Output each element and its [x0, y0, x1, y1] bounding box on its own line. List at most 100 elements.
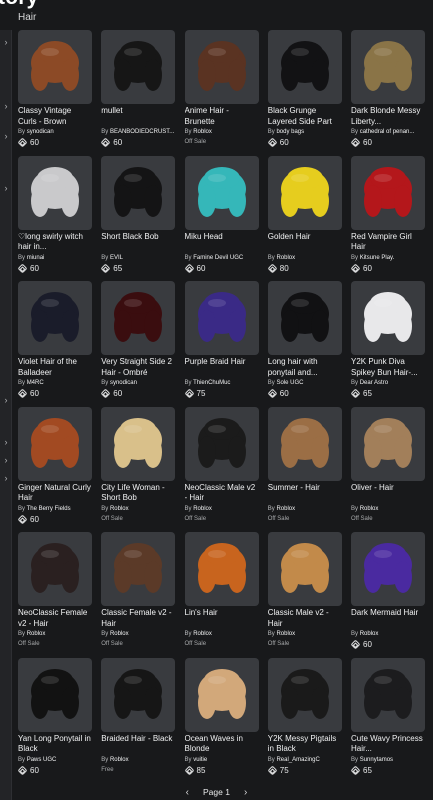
catalog-item-card[interactable]: City Life Woman - Short Bob By Roblox Off … [101, 406, 176, 527]
item-thumbnail[interactable] [184, 532, 259, 606]
item-creator[interactable]: By EVIL [101, 254, 175, 262]
creator-name[interactable]: Roblox [110, 506, 129, 512]
catalog-item-card[interactable]: Black Grunge Layered Side Part By body ba… [267, 30, 342, 150]
item-thumbnail[interactable] [267, 155, 342, 230]
item-creator[interactable]: By Paws UGC [18, 756, 92, 764]
catalog-item-card[interactable]: Short Black Bob By EVIL 65 [100, 155, 176, 276]
item-creator[interactable]: By miunai [18, 254, 92, 262]
creator-name[interactable]: Roblox [360, 631, 379, 637]
catalog-item-card[interactable]: Red Vampire Girl Hair By Kitsune Play. 60 [350, 155, 425, 276]
catalog-item-card[interactable]: Yan Long Ponytail in Black By Paws UGC 60 [17, 657, 92, 778]
item-name[interactable]: Classic Female v2 - Hair [101, 608, 175, 629]
item-thumbnail[interactable] [351, 155, 425, 230]
catalog-item-card[interactable]: Oliver - Hair By Roblox Off Sale [351, 406, 425, 527]
item-creator[interactable]: By vuitie [185, 756, 259, 764]
chevron-right-icon[interactable]: › [2, 132, 10, 141]
item-creator[interactable]: By body bags [268, 128, 342, 136]
chevron-right-icon[interactable]: › [2, 456, 10, 465]
item-thumbnail[interactable] [101, 155, 176, 230]
creator-name[interactable]: Roblox [276, 506, 295, 512]
item-thumbnail[interactable] [184, 281, 259, 355]
item-name[interactable]: Long hair with ponytail and... [268, 357, 342, 378]
item-name[interactable]: mullet [101, 106, 175, 127]
catalog-item-card[interactable]: Lin's Hair By Roblox Off Sale [184, 532, 259, 652]
item-name[interactable]: Golden Hair [268, 232, 342, 253]
item-thumbnail[interactable] [18, 30, 92, 104]
item-creator[interactable]: By Roblox [268, 254, 342, 262]
creator-name[interactable]: Roblox [193, 506, 212, 512]
item-creator[interactable]: By Dear Astro [351, 379, 425, 387]
catalog-item-card[interactable]: mullet By BEANBODIEDCRUST... 60 [100, 30, 176, 150]
item-creator[interactable]: By ThienChuMuc [185, 379, 259, 387]
item-name[interactable]: City Life Woman - Short Bob [101, 483, 175, 504]
creator-name[interactable]: Roblox [27, 631, 46, 637]
item-creator[interactable]: By Roblox [18, 630, 92, 638]
creator-name[interactable]: Sunnytamos [360, 757, 393, 763]
creator-name[interactable]: Roblox [276, 255, 295, 261]
creator-name[interactable]: Roblox [110, 757, 129, 763]
item-name[interactable]: Miku Head [185, 232, 259, 253]
next-page-button[interactable]: › [244, 787, 247, 798]
item-creator[interactable]: By Real_AmazingC [268, 756, 342, 764]
item-thumbnail[interactable] [184, 155, 259, 230]
creator-name[interactable]: Paws UGC [27, 757, 57, 763]
catalog-item-card[interactable]: Long hair with ponytail and... By Sole UG… [267, 281, 342, 401]
item-name[interactable]: Lin's Hair [185, 608, 259, 629]
item-creator[interactable]: By Famine Devil UGC [185, 254, 259, 262]
item-name[interactable]: Oliver - Hair [351, 483, 425, 504]
item-thumbnail[interactable] [18, 281, 92, 355]
item-thumbnail[interactable] [267, 30, 342, 104]
creator-name[interactable]: Roblox [360, 506, 379, 512]
item-creator[interactable]: By synodican [18, 128, 92, 136]
chevron-right-icon[interactable]: › [2, 474, 10, 483]
item-creator[interactable]: By Roblox [101, 505, 175, 513]
item-name[interactable]: Y2K Punk Diva Spikey Bun Hair-... [351, 357, 425, 378]
item-creator[interactable]: By Roblox [185, 128, 259, 136]
catalog-item-card[interactable]: Classy Vintage Curls - Brown By synodican… [17, 30, 92, 150]
item-name[interactable]: NeoClassic Female v2 - Hair [18, 608, 92, 629]
item-creator[interactable]: By Kitsune Play. [351, 254, 425, 262]
item-name[interactable]: Ocean Waves in Blonde [185, 734, 259, 755]
catalog-item-card[interactable]: Classic Male v2 - Hair By Roblox Off Sale [267, 532, 342, 652]
catalog-item-card[interactable]: Y2K Punk Diva Spikey Bun Hair-... By Dear… [350, 281, 425, 401]
item-thumbnail[interactable] [267, 406, 342, 481]
item-thumbnail[interactable] [18, 657, 92, 732]
item-name[interactable]: Violet Hair of the Balladeer [18, 357, 92, 378]
creator-name[interactable]: The Berry Fields [27, 506, 71, 512]
catalog-item-card[interactable]: Very Straight Side 2 Hair - Ombré By syno… [100, 281, 176, 401]
item-thumbnail[interactable] [184, 657, 259, 732]
creator-name[interactable]: EVIL [110, 255, 123, 261]
catalog-item-card[interactable]: Dark Mermaid Hair By Roblox 60 [350, 532, 425, 652]
item-thumbnail[interactable] [18, 532, 92, 606]
item-name[interactable]: Short Black Bob [101, 232, 175, 253]
creator-name[interactable]: Roblox [193, 129, 212, 135]
catalog-item-card[interactable]: Cute Wavy Princess Hair... By Sunnytamos 6… [350, 657, 425, 778]
item-name[interactable]: NeoClassic Male v2 - Hair [185, 483, 259, 504]
item-name[interactable]: Y2K Messy Pigtails in Black [268, 734, 342, 755]
creator-name[interactable]: Sole UGC [276, 380, 303, 386]
catalog-item-card[interactable]: Ginger Natural Curly Hair By The Berry Fi… [17, 406, 92, 527]
category-breadcrumb[interactable]: Hair [18, 12, 36, 23]
item-thumbnail[interactable] [18, 155, 92, 230]
item-thumbnail[interactable] [351, 30, 425, 104]
item-thumbnail[interactable] [351, 281, 425, 355]
item-thumbnail[interactable] [101, 657, 176, 732]
creator-name[interactable]: M4RC [27, 380, 44, 386]
creator-name[interactable]: Real_AmazingC [276, 757, 319, 763]
item-thumbnail[interactable] [351, 406, 425, 481]
creator-name[interactable]: Roblox [193, 631, 212, 637]
item-name[interactable]: Braided Hair - Black [101, 734, 175, 755]
catalog-item-card[interactable]: NeoClassic Male v2 - Hair By Roblox Off Sa… [184, 406, 259, 527]
previous-page-button[interactable]: ‹ [186, 787, 189, 798]
item-creator[interactable]: By The Berry Fields [18, 505, 92, 513]
creator-name[interactable]: cathedral of penan... [360, 129, 415, 135]
item-thumbnail[interactable] [267, 281, 342, 355]
item-creator[interactable]: By synodican [101, 379, 175, 387]
creator-name[interactable]: body bags [276, 129, 304, 135]
creator-name[interactable]: ThienChuMuc [193, 380, 230, 386]
item-name[interactable]: Very Straight Side 2 Hair - Ombré [101, 357, 175, 378]
catalog-item-card[interactable]: Dark Blonde Messy Liberty... By cathedral… [350, 30, 425, 150]
item-name[interactable]: Dark Blonde Messy Liberty... [351, 106, 425, 127]
item-thumbnail[interactable] [267, 532, 342, 606]
item-name[interactable]: Purple Braid Hair [185, 357, 259, 378]
